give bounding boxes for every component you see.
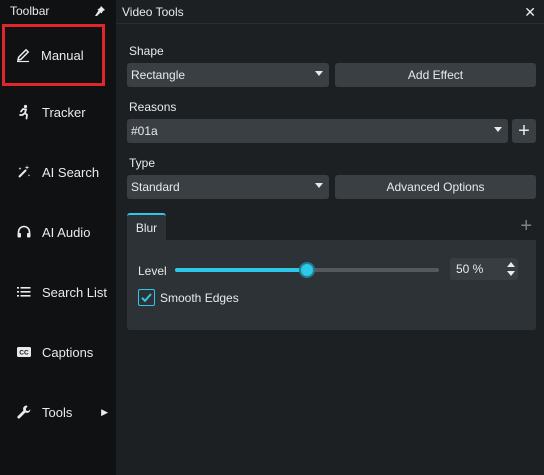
running-person-icon [16,104,32,120]
type-value: Standard [131,180,180,194]
spin-up-icon[interactable] [507,262,515,267]
level-value: 50 % [456,262,484,276]
add-effect-button[interactable]: Add Effect [335,63,536,87]
submenu-arrow-icon: ▶ [101,406,108,417]
cc-icon: CC [16,344,32,360]
plus-icon: + [518,120,530,142]
toolbar-item-captions[interactable]: CC Captions [0,322,116,382]
effect-tabbar: Blur + [127,213,536,240]
toolbar-header: Toolbar [0,0,116,22]
svg-text:CC: CC [19,350,29,357]
effect-card: Blur + Level 50 % Smooth Edges [127,213,536,330]
advanced-options-button[interactable]: Advanced Options [335,175,536,199]
toolbar-item-label: AI Audio [42,224,91,240]
list-search-icon [16,284,32,300]
close-icon[interactable]: ✕ [524,5,536,19]
level-slider-fill [175,268,307,272]
toolbar-item-ai-audio[interactable]: AI Audio [0,202,116,262]
magic-wand-icon [16,164,32,180]
reasons-value: #01a [131,124,158,138]
type-label: Type [129,156,156,170]
pencil-icon [15,47,31,63]
shape-dropdown[interactable]: Rectangle [127,63,329,87]
add-tab-icon[interactable]: + [520,216,532,236]
chevron-down-icon [315,183,323,188]
toolbar-item-ai-search[interactable]: AI Search [0,142,116,202]
smooth-edges-label: Smooth Edges [160,291,239,305]
pin-icon[interactable] [94,5,106,17]
level-label: Level [138,264,167,278]
toolbar-item-label: Tools [42,404,73,420]
toolbar-item-tracker[interactable]: Tracker [0,82,116,142]
level-number-input[interactable]: 50 % [450,258,518,280]
spin-down-icon[interactable] [507,271,515,276]
shape-value: Rectangle [131,68,186,82]
toolbar-item-tools[interactable]: Tools ▶ [0,382,116,442]
toolbar-item-label: Tracker [42,104,86,120]
checkmark-icon [141,293,152,303]
tab-blur[interactable]: Blur [127,213,166,240]
toolbar-item-label: Manual [41,47,84,63]
panel-header: Video Tools ✕ [116,0,544,24]
toolbar-title: Toolbar [10,4,50,18]
level-slider-thumb[interactable] [301,264,313,276]
toolbar-item-label: Search List [42,284,108,300]
toolbar-item-manual[interactable]: Manual [2,24,105,86]
panel-title: Video Tools [122,4,184,19]
toolbar-item-search-list[interactable]: Search List [0,262,116,322]
chevron-down-icon [315,71,323,76]
level-slider[interactable] [175,264,439,276]
type-dropdown[interactable]: Standard [127,175,329,199]
headset-icon [16,224,32,240]
toolbar-item-label: AI Search [42,164,100,180]
add-reason-button[interactable]: + [512,119,536,143]
toolbar: Toolbar Manual Tracker AI Search AI Audi… [0,0,116,475]
toolbar-item-label: Captions [42,344,94,360]
reasons-label: Reasons [129,100,177,114]
wrench-icon [16,404,32,420]
reasons-dropdown[interactable]: #01a [127,119,508,143]
shape-label: Shape [129,44,164,58]
smooth-edges-checkbox[interactable] [138,289,155,306]
chevron-down-icon [494,127,502,132]
